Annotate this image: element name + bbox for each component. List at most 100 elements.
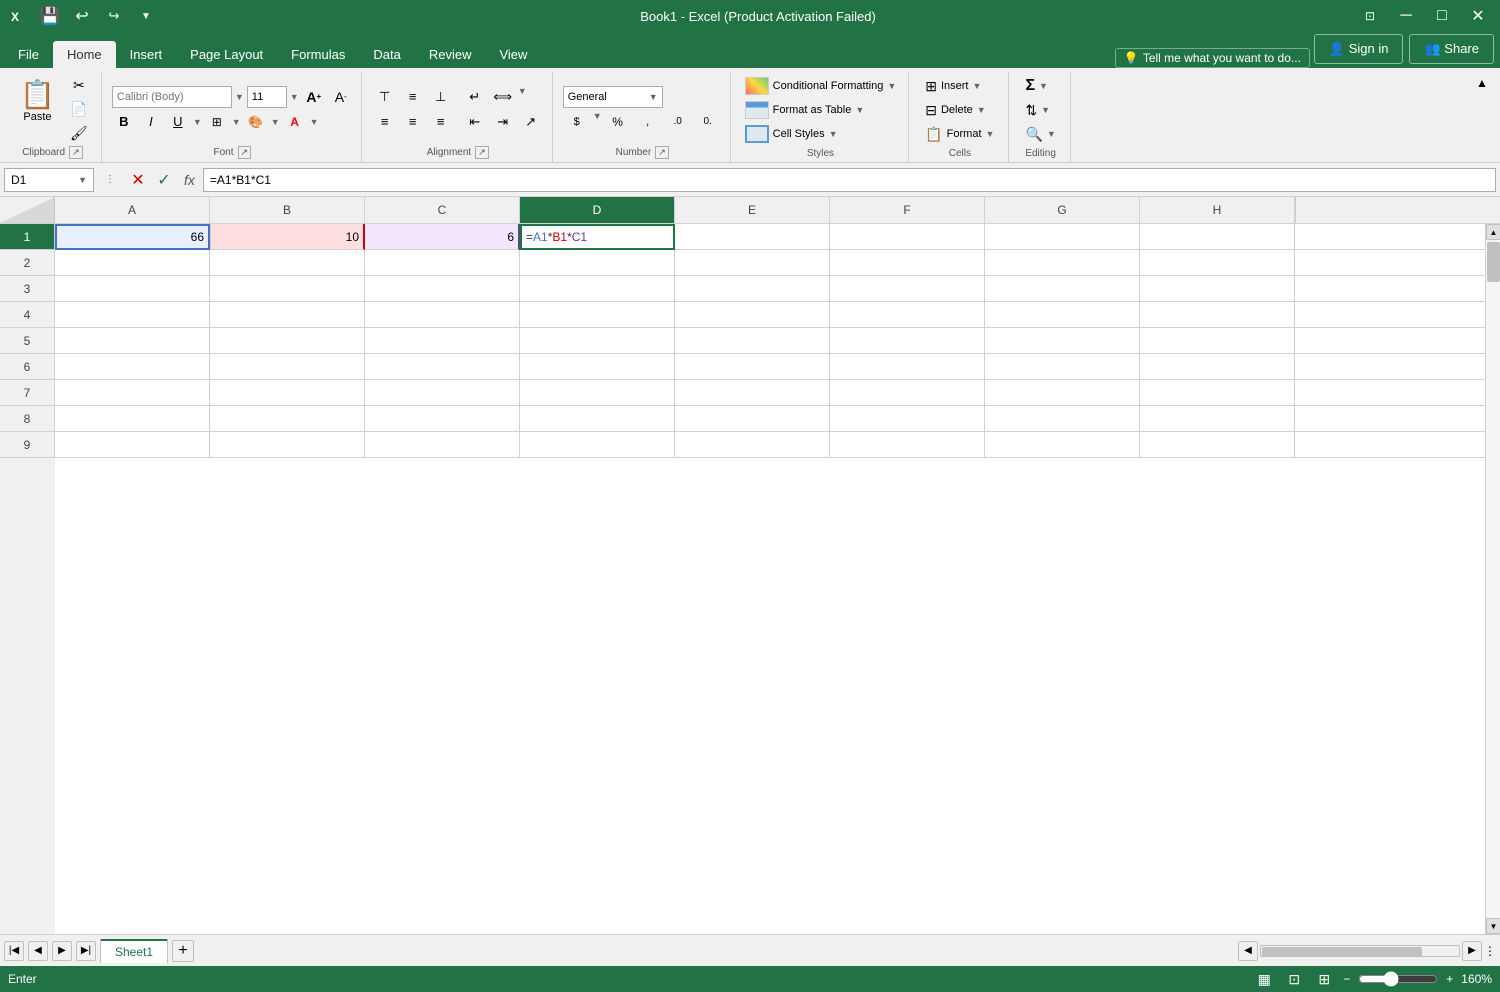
number-format-dropdown[interactable]: General ▼ xyxy=(563,86,663,108)
format-painter-button[interactable]: 🖌 xyxy=(65,122,93,144)
cell-h4[interactable] xyxy=(1140,302,1295,328)
insert-dropdown-icon[interactable]: ▼ xyxy=(972,81,981,91)
col-header-e[interactable]: E xyxy=(675,197,830,223)
sheet-tab-1[interactable]: Sheet1 xyxy=(100,939,168,963)
cell-a3[interactable] xyxy=(55,276,210,302)
increase-indent-button[interactable]: ⇥ xyxy=(490,111,516,133)
insert-cells-button[interactable]: ⊞ Insert ▼ xyxy=(919,75,1000,97)
scroll-left-button[interactable]: ◀ xyxy=(1238,941,1258,961)
cell-a8[interactable] xyxy=(55,406,210,432)
delete-dropdown-icon[interactable]: ▼ xyxy=(977,105,986,115)
scroll-down-button[interactable]: ▼ xyxy=(1486,918,1500,934)
cell-a4[interactable] xyxy=(55,302,210,328)
delete-cells-button[interactable]: ⊟ Delete ▼ xyxy=(919,99,1000,121)
sheet-prev-button[interactable]: ◀ xyxy=(28,941,48,961)
vertical-scrollbar[interactable]: ▲ ▼ xyxy=(1485,224,1500,934)
col-header-b[interactable]: B xyxy=(210,197,365,223)
find-dropdown-icon[interactable]: ▼ xyxy=(1047,129,1056,139)
sheet-first-button[interactable]: |◀ xyxy=(4,941,24,961)
col-header-h[interactable]: H xyxy=(1140,197,1295,223)
cell-f9[interactable] xyxy=(830,432,985,458)
fill-color-dropdown-icon[interactable]: ▼ xyxy=(271,117,280,127)
cell-e1[interactable] xyxy=(675,224,830,250)
cell-h3[interactable] xyxy=(1140,276,1295,302)
cell-f5[interactable] xyxy=(830,328,985,354)
clipboard-expand-icon[interactable]: ↗ xyxy=(69,146,83,159)
cell-b3[interactable] xyxy=(210,276,365,302)
tab-review[interactable]: Review xyxy=(415,41,486,68)
tab-page-layout[interactable]: Page Layout xyxy=(176,41,277,68)
align-bottom-button[interactable]: ⊥ xyxy=(428,86,454,108)
row-header-9[interactable]: 9 xyxy=(0,432,55,458)
decrease-font-size-button[interactable]: A- xyxy=(329,86,353,108)
cell-b7[interactable] xyxy=(210,380,365,406)
cell-c8[interactable] xyxy=(365,406,520,432)
cut-button[interactable]: ✂ xyxy=(65,74,93,96)
accounting-format-button[interactable]: $ xyxy=(563,111,591,133)
cell-g6[interactable] xyxy=(985,354,1140,380)
add-sheet-button[interactable]: + xyxy=(172,940,194,962)
align-top-button[interactable]: ⊤ xyxy=(372,86,398,108)
col-header-f[interactable]: F xyxy=(830,197,985,223)
cell-g5[interactable] xyxy=(985,328,1140,354)
col-header-d[interactable]: D xyxy=(520,197,675,223)
borders-button[interactable]: ⊞ xyxy=(205,111,229,133)
confirm-formula-button[interactable]: ✓ xyxy=(152,168,176,192)
maximize-button[interactable]: □ xyxy=(1428,2,1456,30)
cell-f8[interactable] xyxy=(830,406,985,432)
cell-h7[interactable] xyxy=(1140,380,1295,406)
normal-view-button[interactable]: ▦ xyxy=(1253,968,1275,990)
tab-formulas[interactable]: Formulas xyxy=(277,41,359,68)
cell-h5[interactable] xyxy=(1140,328,1295,354)
share-button[interactable]: 👥 Share xyxy=(1409,34,1494,64)
row-header-8[interactable]: 8 xyxy=(0,406,55,432)
cell-e8[interactable] xyxy=(675,406,830,432)
scroll-up-button[interactable]: ▲ xyxy=(1486,224,1500,240)
copy-button[interactable]: 📄 xyxy=(65,98,93,120)
italic-button[interactable]: I xyxy=(139,111,163,133)
cancel-formula-button[interactable]: ✕ xyxy=(126,168,150,192)
row-header-4[interactable]: 4 xyxy=(0,302,55,328)
cell-a1[interactable]: 66 xyxy=(55,224,210,250)
underline-dropdown-icon[interactable]: ▼ xyxy=(193,117,202,127)
increase-font-size-button[interactable]: A+ xyxy=(302,86,326,108)
cell-g7[interactable] xyxy=(985,380,1140,406)
sort-filter-button[interactable]: ⇅ ▼ xyxy=(1019,99,1061,121)
tab-home[interactable]: Home xyxy=(53,41,116,68)
cell-b5[interactable] xyxy=(210,328,365,354)
cell-e3[interactable] xyxy=(675,276,830,302)
name-box-expand-button[interactable]: ⋮ xyxy=(98,168,122,192)
scroll-right-button[interactable]: ▶ xyxy=(1462,941,1482,961)
cell-d1[interactable]: =A1*B1*C1 xyxy=(520,224,675,250)
cell-d8[interactable] xyxy=(520,406,675,432)
page-layout-view-button[interactable]: ⊡ xyxy=(1283,968,1305,990)
number-expand-icon[interactable]: ↗ xyxy=(655,146,669,159)
cell-a2[interactable] xyxy=(55,250,210,276)
accounting-dropdown-icon[interactable]: ▼ xyxy=(593,111,602,133)
cell-b6[interactable] xyxy=(210,354,365,380)
row-header-3[interactable]: 3 xyxy=(0,276,55,302)
cell-c4[interactable] xyxy=(365,302,520,328)
font-expand-icon[interactable]: ↗ xyxy=(238,146,252,159)
scroll-thumb[interactable] xyxy=(1487,242,1500,282)
cond-format-dropdown-icon[interactable]: ▼ xyxy=(887,81,896,91)
font-size-dropdown-icon[interactable]: ▼ xyxy=(290,92,299,102)
row-header-1[interactable]: 1 xyxy=(0,224,55,250)
cell-b8[interactable] xyxy=(210,406,365,432)
cell-f7[interactable] xyxy=(830,380,985,406)
cell-g8[interactable] xyxy=(985,406,1140,432)
merge-center-button[interactable]: ⟺ xyxy=(490,86,516,108)
cell-h6[interactable] xyxy=(1140,354,1295,380)
col-header-c[interactable]: C xyxy=(365,197,520,223)
cell-f6[interactable] xyxy=(830,354,985,380)
sign-in-button[interactable]: 👤 Sign in xyxy=(1314,34,1404,64)
font-color-button[interactable]: A xyxy=(283,111,307,133)
cell-d9[interactable] xyxy=(520,432,675,458)
cell-h9[interactable] xyxy=(1140,432,1295,458)
cell-c7[interactable] xyxy=(365,380,520,406)
col-header-a[interactable]: A xyxy=(55,197,210,223)
cell-c1[interactable]: 6 xyxy=(365,224,520,250)
cell-a7[interactable] xyxy=(55,380,210,406)
cell-e4[interactable] xyxy=(675,302,830,328)
cell-f1[interactable] xyxy=(830,224,985,250)
